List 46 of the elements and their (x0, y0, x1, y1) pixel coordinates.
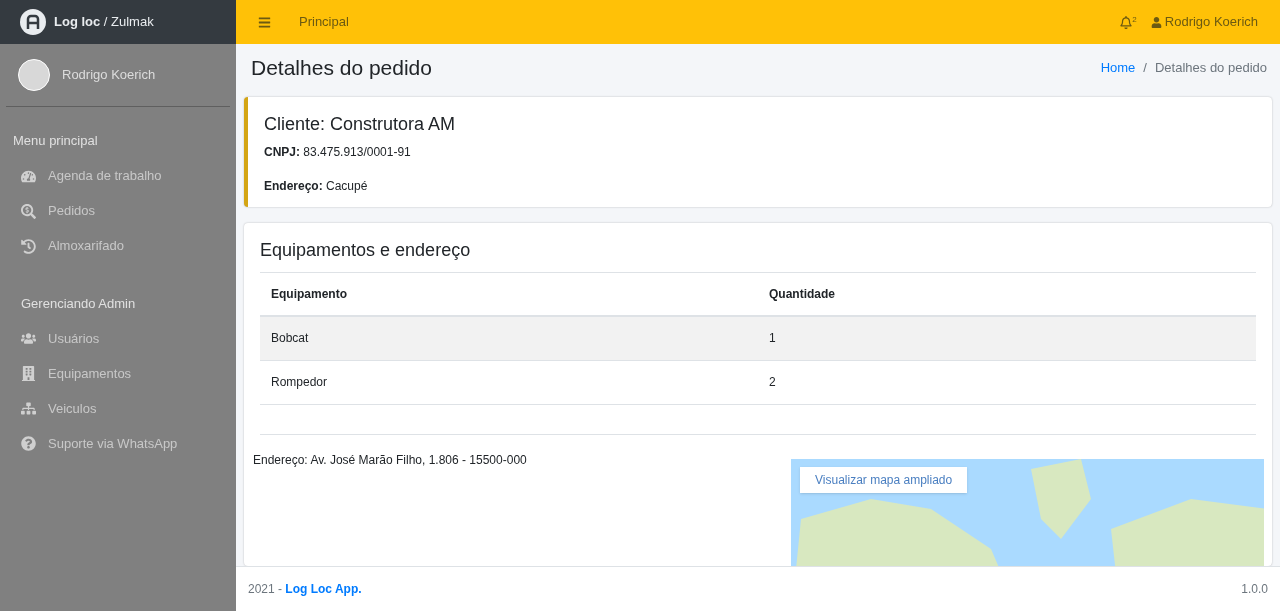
breadcrumb-current: Detalhes do pedido (1154, 59, 1267, 78)
map-view[interactable]: Visualizar mapa ampliado (791, 458, 1264, 566)
sidebar-item[interactable]: Usuários (8, 321, 236, 356)
client-field: CNPJ: 83.475.913/0001-91 (264, 143, 1256, 161)
nav-link[interactable]: Principal (299, 12, 349, 32)
footer-copyright: 2021 - Log Loc App. (248, 581, 362, 598)
section-header: Menu principal (12, 132, 99, 150)
sidebar-item[interactable]: Almoxarifado (0, 228, 236, 264)
gauge-icon (21, 168, 36, 184)
building-icon (21, 366, 36, 381)
map-enlarge-button[interactable]: Visualizar mapa ampliado (800, 466, 968, 493)
user-icon (1150, 16, 1162, 28)
sidebar-item[interactable]: Suporte via WhatsApp (8, 426, 236, 461)
sidebar-item[interactable]: Veiculos (8, 391, 236, 426)
breadcrumb-link[interactable]: Home (1100, 58, 1136, 78)
sidebar-item[interactable]: Equipamentos (8, 356, 236, 391)
history-icon (21, 238, 36, 254)
menu-icon[interactable] (258, 15, 271, 29)
table-cell: Rompedor (260, 360, 758, 404)
user-menu[interactable]: Rodrigo Koerich (1150, 12, 1258, 32)
sidebar-item[interactable]: Agenda de trabalho (0, 158, 236, 194)
breadcrumb-separator: / (1143, 59, 1147, 78)
column-header: Quantidade (758, 273, 1256, 316)
address-text: Endereço: Av. José Marão Filho, 1.806 - 15500-000 (253, 451, 528, 469)
sitemap-icon (21, 401, 36, 416)
sidebar-item[interactable]: Pedidos (0, 193, 236, 229)
avatar (18, 59, 50, 91)
notification-count: 2 (1132, 15, 1137, 24)
users-icon (21, 331, 36, 346)
client-title: Cliente: Construtora AM (264, 113, 457, 136)
column-header: Equipamento (260, 273, 758, 316)
client-field: Endereço: Cacupé (264, 177, 1256, 195)
logo-icon (20, 9, 46, 35)
version-text: 1.0.0 (1241, 581, 1268, 598)
table-cell: 2 (758, 360, 1256, 404)
notification-icon[interactable] (1120, 15, 1133, 29)
brand-title[interactable]: Log loc / Zulmak (54, 12, 154, 32)
card-title: Equipamentos e endereço (260, 237, 1256, 273)
page-title: Detalhes do pedido (251, 55, 432, 82)
help-icon (21, 436, 36, 451)
search-icon (21, 203, 36, 219)
section-header: Gerenciando Admin (20, 294, 137, 313)
table-cell: Bobcat (260, 316, 758, 360)
user-name[interactable]: Rodrigo Koerich (62, 65, 156, 85)
table-cell: 1 (758, 316, 1256, 360)
footer-link[interactable]: Log Loc App. (285, 582, 362, 596)
